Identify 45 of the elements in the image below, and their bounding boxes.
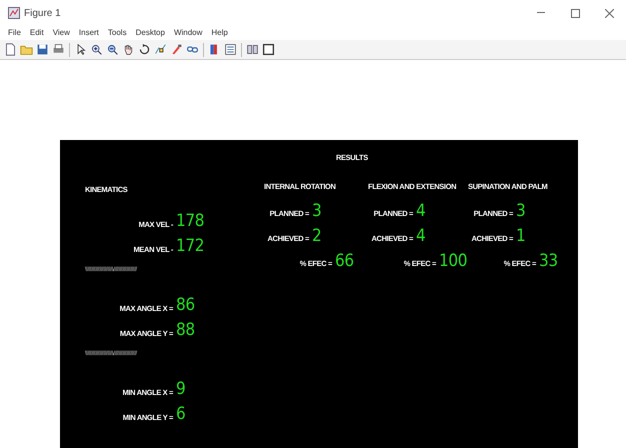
menu-item[interactable]: Edit (30, 27, 44, 39)
value-reading: 33 (539, 252, 558, 270)
menu-item[interactable]: Tools (108, 27, 127, 39)
save-button[interactable] (35, 42, 50, 58)
close-icon (604, 8, 614, 18)
save-icon (36, 43, 49, 56)
zoom-in-icon (90, 43, 103, 56)
new-file-icon (4, 43, 17, 56)
rotate-icon (138, 43, 151, 56)
new-file-button[interactable] (3, 42, 18, 58)
value-reading: 4 (416, 226, 426, 244)
value-reading: 100 (439, 252, 468, 270)
plot-tools-icon (262, 43, 275, 56)
value-reading: 9 (176, 380, 186, 398)
menu-item[interactable]: Window (174, 27, 202, 39)
minimize-icon (537, 12, 545, 14)
figure-icon (8, 7, 20, 19)
menu-item[interactable]: View (52, 27, 70, 39)
printer-icon (52, 43, 65, 56)
menu-item[interactable]: Desktop (136, 27, 165, 39)
value-reading: 2 (312, 226, 322, 244)
value-reading: 88 (176, 321, 195, 340)
folder-icon (20, 43, 33, 56)
value-reading: 178 (176, 212, 204, 230)
plot-tools-icon (246, 43, 259, 56)
maximize-icon (570, 8, 580, 18)
legend-icon (224, 43, 237, 56)
data-cursor-icon (154, 43, 167, 56)
value-reading: 66 (335, 252, 354, 270)
value-reading: 3 (516, 202, 526, 220)
zoom-out-icon (106, 43, 119, 56)
value-reading: 4 (416, 202, 426, 220)
window-title: Figure 1 (24, 6, 61, 20)
hand-icon (122, 43, 135, 56)
value-reading: 172 (176, 237, 204, 256)
brush-icon (170, 43, 183, 56)
legend-button[interactable] (223, 42, 238, 58)
value-reading: 3 (312, 202, 322, 220)
value-reading: 1 (516, 226, 526, 244)
menu-item[interactable]: Help (211, 27, 228, 39)
plot-tools-button[interactable] (261, 42, 276, 58)
value-reading: 6 (176, 405, 186, 424)
menu-item[interactable]: File (8, 27, 21, 39)
menu-item[interactable]: Insert (78, 27, 99, 39)
value-reading: 86 (176, 296, 195, 314)
